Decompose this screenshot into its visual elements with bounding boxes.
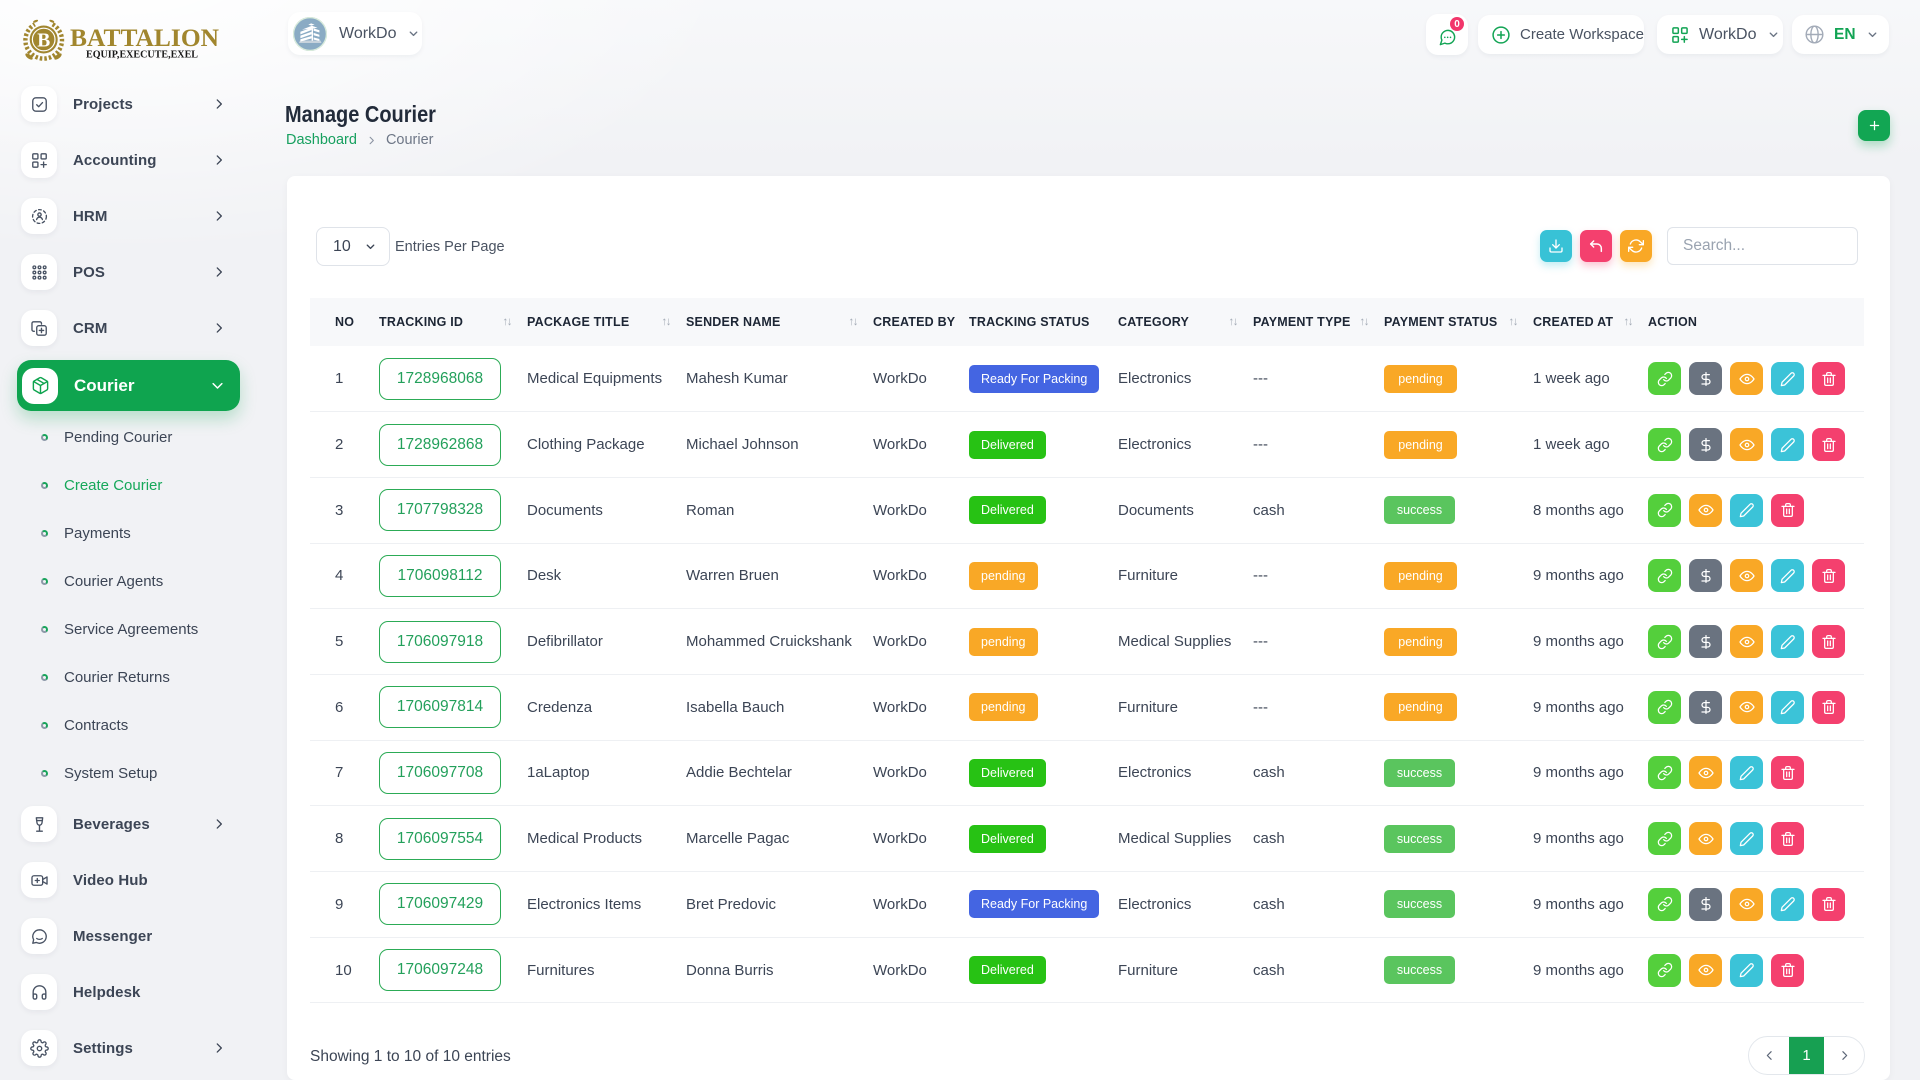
svg-text:EQUIP,EXECUTE,EXEL: EQUIP,EXECUTE,EXEL <box>86 50 198 61</box>
svg-text:BATTALION: BATTALION <box>70 25 219 52</box>
svg-text:B: B <box>37 30 50 51</box>
